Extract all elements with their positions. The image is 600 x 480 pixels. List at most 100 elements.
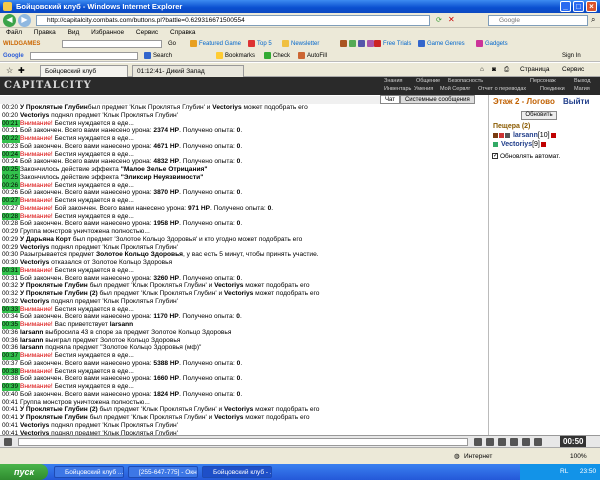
menu-transfers[interactable]: Отчет о переводах bbox=[478, 86, 526, 92]
menu-battles[interactable]: Поединки bbox=[540, 86, 565, 92]
player-name[interactable]: Vectoriys bbox=[501, 141, 532, 148]
autofill-button[interactable]: AutoFill bbox=[298, 50, 327, 62]
chat-timestamp[interactable]: 00:25 bbox=[2, 173, 20, 182]
chat-timestamp[interactable]: 00:29 bbox=[2, 244, 20, 252]
chat-timestamp[interactable]: 00:26 bbox=[2, 181, 20, 190]
settings-icon[interactable] bbox=[522, 438, 530, 446]
free-trials-button[interactable]: Free Trials bbox=[374, 38, 411, 50]
chat-timestamp[interactable]: 00:32 bbox=[2, 298, 20, 306]
menu-help[interactable]: Справка bbox=[170, 29, 196, 36]
chat-timestamp[interactable]: 00:30 bbox=[2, 251, 20, 259]
chat-timestamp[interactable]: 00:21 bbox=[2, 127, 20, 135]
menu-view[interactable]: Вид bbox=[68, 29, 80, 36]
chat-timestamp[interactable]: 00:22 bbox=[2, 135, 20, 143]
chat-timestamp[interactable]: 00:26 bbox=[2, 189, 20, 197]
chat-timestamp[interactable]: 00:41 bbox=[2, 406, 20, 414]
chat-timestamp[interactable]: 00:38 bbox=[2, 375, 20, 383]
menu-communication[interactable]: Общение bbox=[416, 78, 440, 84]
google-search-button[interactable]: Search bbox=[144, 50, 172, 62]
chat-mode-icon[interactable] bbox=[4, 438, 12, 446]
chat-timestamp[interactable]: 00:41 bbox=[2, 422, 20, 430]
search-input[interactable]: Google bbox=[488, 15, 588, 26]
chat-timestamp[interactable]: 00:28 bbox=[2, 220, 20, 228]
menu-security[interactable]: Безопасность bbox=[448, 78, 483, 84]
chat-timestamp[interactable]: 00:36 bbox=[2, 329, 20, 337]
tab-wild-west[interactable]: 01:12:41- Дикий Запад bbox=[132, 65, 244, 77]
menu-magic[interactable]: Магия bbox=[574, 86, 590, 92]
chat-timestamp[interactable]: 00:27 bbox=[2, 205, 20, 213]
menu-favorites[interactable]: Избранное bbox=[91, 29, 124, 36]
signin-button[interactable]: Sign In bbox=[562, 50, 581, 62]
language-indicator[interactable]: RL bbox=[560, 468, 568, 475]
forward-button[interactable]: ▶ bbox=[18, 14, 31, 27]
games-search-input[interactable] bbox=[62, 40, 162, 48]
check-button[interactable]: Check bbox=[264, 50, 290, 62]
print-icon[interactable]: ⎙ bbox=[504, 66, 509, 74]
game-genres-button[interactable]: Game Genres bbox=[418, 38, 465, 50]
exit-link[interactable]: Выйти bbox=[563, 97, 589, 106]
bookmarks-button[interactable]: Bookmarks bbox=[216, 50, 255, 62]
chat-timestamp[interactable]: 00:30 bbox=[2, 259, 20, 267]
chat-timestamp[interactable]: 00:25 bbox=[2, 166, 20, 174]
player-row[interactable]: larsann[10] bbox=[493, 132, 556, 139]
start-button[interactable]: пуск bbox=[0, 464, 48, 480]
chat-timestamp[interactable]: 00:35 bbox=[2, 321, 20, 329]
player-name[interactable]: larsann bbox=[513, 132, 538, 139]
menu-tools[interactable]: Сервис bbox=[136, 29, 158, 36]
menu-skills[interactable]: Умения bbox=[414, 86, 433, 92]
chat-timestamp[interactable]: 00:29 bbox=[2, 236, 20, 244]
taskbar-item[interactable]: Бойцовский клуб - ... bbox=[202, 466, 272, 478]
close-button[interactable]: × bbox=[586, 1, 597, 12]
menu-character[interactable]: Персонаж bbox=[530, 78, 556, 84]
home-icon[interactable]: ⌂ bbox=[480, 66, 484, 73]
gadgets-button[interactable]: Gadgets bbox=[476, 38, 508, 50]
toolbar-icons[interactable] bbox=[340, 38, 376, 50]
chat-timestamp[interactable]: 00:37 bbox=[2, 352, 20, 360]
chat-timestamp[interactable]: 00:37 bbox=[2, 360, 20, 368]
chat-timestamp[interactable]: 00:41 bbox=[2, 399, 20, 407]
search-icon[interactable]: ⌕ bbox=[591, 15, 595, 25]
maximize-button[interactable]: □ bbox=[573, 1, 584, 12]
chat-timestamp[interactable]: 00:24 bbox=[2, 150, 20, 159]
add-favorite-icon[interactable]: ✚ bbox=[18, 66, 25, 75]
chat-timestamp[interactable]: 00:40 bbox=[2, 391, 20, 399]
newsletter-button[interactable]: Newsletter bbox=[282, 38, 319, 50]
menu-myservice[interactable]: Мой Сервлг bbox=[440, 86, 470, 92]
menu-edit[interactable]: Правка bbox=[34, 29, 56, 36]
chat-timestamp[interactable]: 00:28 bbox=[2, 212, 20, 221]
chat-timestamp[interactable]: 00:36 bbox=[2, 344, 20, 352]
google-search-input[interactable] bbox=[30, 52, 138, 60]
page-menu[interactable]: Страница bbox=[520, 66, 549, 73]
tab-chat[interactable]: Чат bbox=[380, 95, 400, 104]
player-row[interactable]: Vectoriys[9] bbox=[493, 141, 546, 148]
zoom-level[interactable]: 100% bbox=[570, 448, 587, 465]
stop-icon[interactable]: ✕ bbox=[448, 15, 455, 24]
chat-timestamp[interactable]: 00:20 bbox=[2, 112, 20, 120]
send-icon[interactable] bbox=[474, 438, 482, 446]
filter-icon[interactable] bbox=[510, 438, 518, 446]
chat-timestamp[interactable]: 00:32 bbox=[2, 282, 20, 290]
chat-timestamp[interactable]: 00:21 bbox=[2, 119, 20, 128]
tab-system-messages[interactable]: Системные сообщения bbox=[399, 95, 475, 104]
menu-inventory[interactable]: Инвентарь bbox=[384, 86, 411, 92]
chat-timestamp[interactable]: 00:32 bbox=[2, 290, 20, 298]
tab-combats[interactable]: Бойцовский клуб bbox=[40, 65, 128, 77]
top5-button[interactable]: Top 5 bbox=[248, 38, 272, 50]
chat-timestamp[interactable]: 00:39 bbox=[2, 383, 20, 391]
auto-update-checkbox[interactable]: ✓ bbox=[492, 153, 498, 160]
info-icon[interactable] bbox=[540, 141, 546, 147]
taskbar-item[interactable]: [255-647-775] - Окн... bbox=[128, 466, 198, 478]
chat-timestamp[interactable]: 00:20 bbox=[2, 104, 20, 112]
chat-timestamp[interactable]: 00:24 bbox=[2, 158, 20, 166]
chat-timestamp[interactable]: 00:38 bbox=[2, 367, 20, 376]
address-bar[interactable]: http://capitalcity.combats.com/buttons.p… bbox=[36, 15, 430, 26]
go-button[interactable]: Go bbox=[168, 38, 176, 50]
chat-timestamp[interactable]: 00:34 bbox=[2, 313, 20, 321]
chat-timestamp[interactable]: 00:41 bbox=[2, 414, 20, 422]
chat-timestamp[interactable]: 00:23 bbox=[2, 143, 20, 151]
chat-timestamp[interactable]: 00:33 bbox=[2, 305, 20, 314]
refresh-button[interactable]: Обновить bbox=[521, 111, 557, 120]
chat-input[interactable] bbox=[18, 438, 468, 446]
chat-timestamp[interactable]: 00:27 bbox=[2, 197, 20, 205]
feeds-icon[interactable]: ◙ bbox=[492, 66, 496, 73]
